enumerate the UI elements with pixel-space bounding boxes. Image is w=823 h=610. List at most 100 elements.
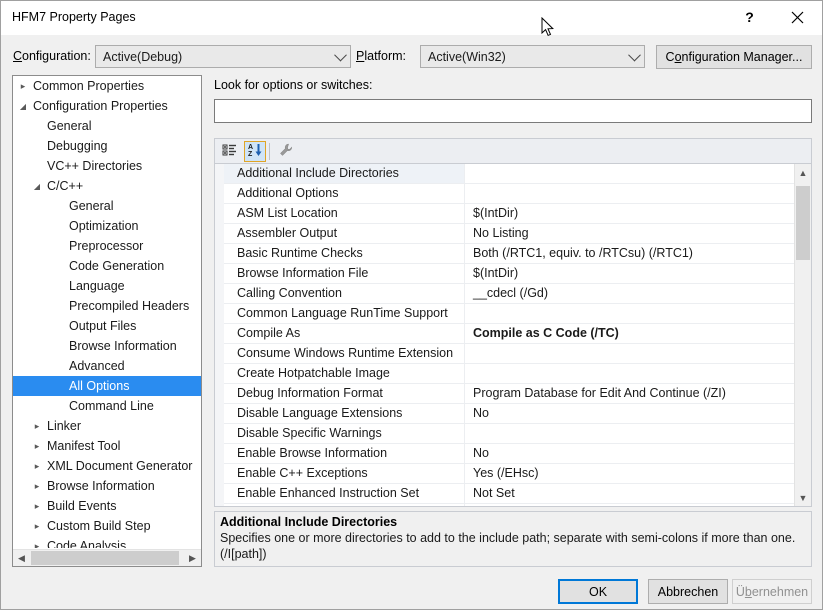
- property-row[interactable]: Additional Include Directories: [224, 164, 795, 184]
- tree-item-custom-build-step[interactable]: Custom Build Step: [13, 516, 201, 536]
- tree-item-common-properties[interactable]: Common Properties: [13, 76, 201, 96]
- property-name: Common Language RunTime Support: [224, 304, 465, 323]
- property-name: Consume Windows Runtime Extension: [224, 344, 465, 363]
- property-value[interactable]: __cdecl (/Gd): [465, 284, 795, 303]
- platform-dropdown[interactable]: Active(Win32): [420, 45, 645, 68]
- property-name: Enable C++ Exceptions: [224, 464, 465, 483]
- property-value[interactable]: [465, 344, 795, 363]
- tree-item-browse-information[interactable]: Browse Information: [13, 476, 201, 496]
- tree-item-general[interactable]: General: [13, 116, 201, 136]
- property-row[interactable]: Disable Language Extensions No: [224, 404, 795, 424]
- tree-item-manifest-tool[interactable]: Manifest Tool: [13, 436, 201, 456]
- property-row[interactable]: Disable Specific Warnings: [224, 424, 795, 444]
- tree-item-precompiled-headers[interactable]: Precompiled Headers: [13, 296, 201, 316]
- ok-button[interactable]: OK: [558, 579, 638, 604]
- property-row[interactable]: Enable Browse Information No: [224, 444, 795, 464]
- tree-item-general[interactable]: General: [13, 196, 201, 216]
- property-row[interactable]: Enable Fiber-Safe OptimizationsNo: [224, 504, 795, 506]
- property-row[interactable]: Calling Convention __cdecl (/Gd): [224, 284, 795, 304]
- tree-item-label: XML Document Generator: [47, 459, 193, 473]
- property-value[interactable]: [465, 184, 795, 203]
- property-value[interactable]: [465, 164, 795, 183]
- tree-hscroll-thumb[interactable]: [31, 551, 179, 565]
- tree-horizontal-scrollbar[interactable]: ◀ ▶: [13, 549, 201, 566]
- property-pages-button[interactable]: [275, 141, 297, 162]
- tree-item-preprocessor[interactable]: Preprocessor: [13, 236, 201, 256]
- apply-button[interactable]: Übernehmen: [732, 579, 812, 604]
- scroll-left-icon[interactable]: ◀: [13, 550, 30, 566]
- close-button[interactable]: [775, 1, 820, 33]
- tree-item-all-options[interactable]: All Options: [13, 376, 201, 396]
- property-value[interactable]: Program Database for Edit And Continue (…: [465, 384, 795, 403]
- property-value[interactable]: $(IntDir): [465, 204, 795, 223]
- tree-item-build-events[interactable]: Build Events: [13, 496, 201, 516]
- scroll-down-icon[interactable]: ▼: [795, 489, 811, 506]
- question-mark-icon: ?: [745, 9, 754, 25]
- configuration-manager-button[interactable]: Configuration Manager...: [656, 45, 812, 69]
- property-value[interactable]: No: [465, 504, 795, 506]
- property-value[interactable]: No: [465, 404, 795, 423]
- property-row[interactable]: Basic Runtime Checks Both (/RTC1, equiv. …: [224, 244, 795, 264]
- tree-item-output-files[interactable]: Output Files: [13, 316, 201, 336]
- property-grid-rows[interactable]: Additional Include Directories Additional…: [224, 164, 795, 506]
- alphabetical-sort-button[interactable]: A Z: [244, 141, 266, 162]
- property-name: Debug Information Format: [224, 384, 465, 403]
- property-value[interactable]: [465, 364, 795, 383]
- property-name: Browse Information File: [224, 264, 465, 283]
- property-value[interactable]: [465, 424, 795, 443]
- property-value[interactable]: Compile as C Code (/TC): [465, 324, 795, 343]
- cancel-button[interactable]: Abbrechen: [648, 579, 728, 604]
- property-row[interactable]: Enable C++ Exceptions Yes (/EHsc): [224, 464, 795, 484]
- property-row[interactable]: Enable Enhanced Instruction Set Not Set: [224, 484, 795, 504]
- scroll-right-icon[interactable]: ▶: [184, 550, 201, 566]
- tree-item-debugging[interactable]: Debugging: [13, 136, 201, 156]
- configuration-manager-label: Configuration Manager...: [665, 50, 803, 64]
- property-value[interactable]: [465, 304, 795, 323]
- tree-item-optimization[interactable]: Optimization: [13, 216, 201, 236]
- tree-item-browse-information[interactable]: Browse Information: [13, 336, 201, 356]
- tree-item-xml-document-generator[interactable]: XML Document Generator: [13, 456, 201, 476]
- tree-item-configuration-properties[interactable]: Configuration Properties: [13, 96, 201, 116]
- property-row[interactable]: Common Language RunTime Support: [224, 304, 795, 324]
- svg-text:A: A: [248, 144, 253, 151]
- property-tree-panel: Common Properties Configuration Propertie…: [12, 75, 202, 567]
- property-name: Compile As: [224, 324, 465, 343]
- property-row[interactable]: Browse Information File $(IntDir): [224, 264, 795, 284]
- property-row[interactable]: Additional Options: [224, 184, 795, 204]
- tree-item-advanced[interactable]: Advanced: [13, 356, 201, 376]
- property-row[interactable]: Debug Information Format Program Database…: [224, 384, 795, 404]
- property-tree[interactable]: Common Properties Configuration Propertie…: [13, 76, 201, 548]
- tree-item-c-c[interactable]: C/C++: [13, 176, 201, 196]
- search-input[interactable]: [214, 99, 812, 123]
- property-value[interactable]: $(IntDir): [465, 264, 795, 283]
- property-row[interactable]: Create Hotpatchable Image: [224, 364, 795, 384]
- grid-vertical-scrollbar[interactable]: ▲ ▼: [794, 164, 811, 506]
- grid-vscroll-thumb[interactable]: [796, 186, 810, 260]
- configuration-dropdown[interactable]: Active(Debug): [95, 45, 351, 68]
- chevron-down-icon: [330, 48, 350, 62]
- property-name: Assembler Output: [224, 224, 465, 243]
- property-value[interactable]: Not Set: [465, 484, 795, 503]
- tree-item-label: Common Properties: [33, 79, 145, 93]
- tree-item-command-line[interactable]: Command Line: [13, 396, 201, 416]
- sort-alphabetical-icon: A Z: [247, 142, 263, 161]
- tree-item-code-generation[interactable]: Code Generation: [13, 256, 201, 276]
- help-button[interactable]: ?: [727, 1, 772, 33]
- property-row[interactable]: Consume Windows Runtime Extension: [224, 344, 795, 364]
- property-value[interactable]: Both (/RTC1, equiv. to /RTCsu) (/RTC1): [465, 244, 795, 263]
- property-value[interactable]: Yes (/EHsc): [465, 464, 795, 483]
- categorized-view-button[interactable]: [219, 141, 241, 162]
- property-value[interactable]: No: [465, 444, 795, 463]
- property-row[interactable]: Compile As Compile as C Code (/TC): [224, 324, 795, 344]
- property-grid[interactable]: Additional Include Directories Additional…: [214, 163, 812, 507]
- scroll-up-icon[interactable]: ▲: [795, 164, 811, 181]
- tree-item-linker[interactable]: Linker: [13, 416, 201, 436]
- toolbar-separator: [269, 143, 270, 160]
- svg-text:Z: Z: [248, 151, 253, 158]
- tree-item-language[interactable]: Language: [13, 276, 201, 296]
- tree-item-code-analysis[interactable]: Code Analysis: [13, 536, 201, 548]
- tree-item-vc-directories[interactable]: VC++ Directories: [13, 156, 201, 176]
- property-row[interactable]: ASM List Location $(IntDir): [224, 204, 795, 224]
- property-row[interactable]: Assembler Output No Listing: [224, 224, 795, 244]
- property-value[interactable]: No Listing: [465, 224, 795, 243]
